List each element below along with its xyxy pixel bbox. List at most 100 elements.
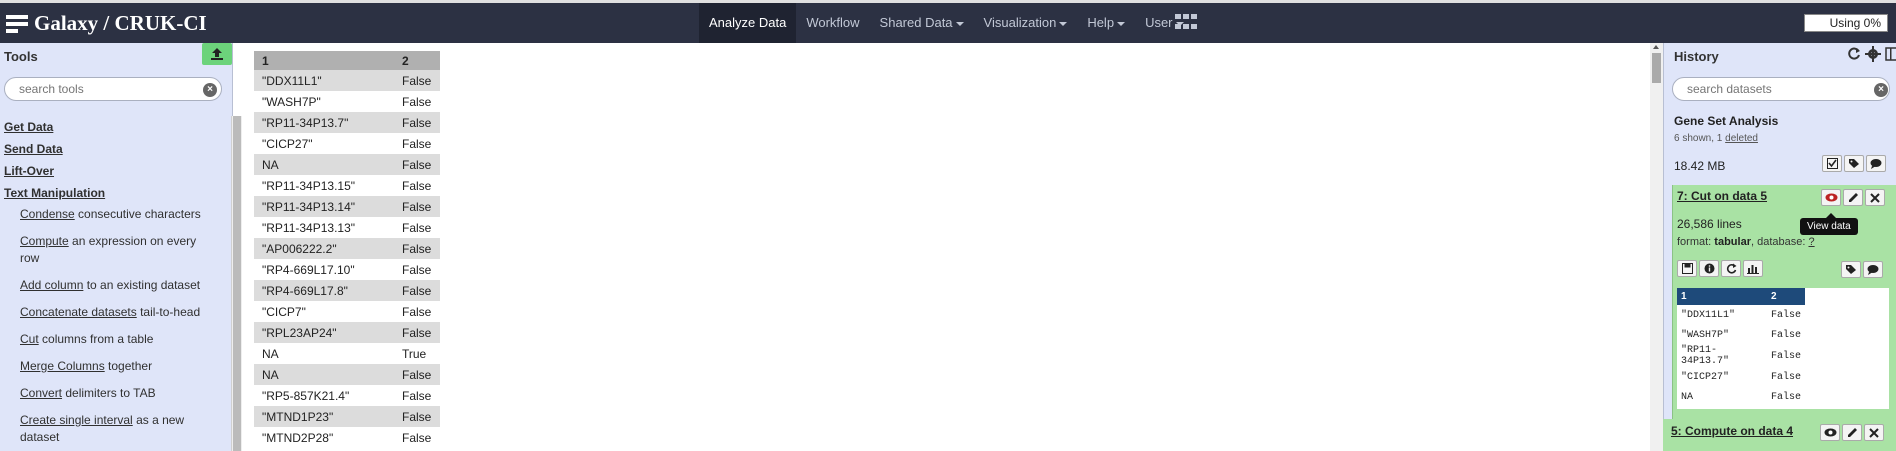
- tool-link[interactable]: Convert: [20, 386, 62, 400]
- table-cell: False: [394, 280, 440, 301]
- main-nav: Analyze Data Workflow Shared Data Visual…: [699, 3, 1194, 43]
- tool-search-field[interactable]: [19, 78, 199, 100]
- tool-item[interactable]: Add column to an existing dataset: [0, 277, 225, 294]
- delete-button[interactable]: [1864, 424, 1884, 441]
- section-get-data[interactable]: Get Data: [0, 116, 225, 138]
- tool-item[interactable]: Create single interval as a new dataset: [0, 412, 225, 446]
- tool-item[interactable]: Concatenate datasets tail-to-head: [0, 304, 225, 321]
- tool-item[interactable]: Compute an expression on every row: [0, 233, 225, 267]
- table-cell: "MTND1P23": [254, 406, 394, 427]
- tool-link[interactable]: Compute: [20, 234, 69, 248]
- tool-item[interactable]: Merge Columns together: [0, 358, 225, 375]
- edit-attributes-button[interactable]: [1843, 189, 1863, 206]
- section-text-manipulation[interactable]: Text Manipulation: [0, 182, 225, 204]
- visualize-button[interactable]: [1743, 260, 1763, 277]
- tool-item[interactable]: Cut columns from a table: [0, 331, 225, 348]
- format-label: format:: [1677, 236, 1715, 248]
- tool-item[interactable]: Convert delimiters to TAB: [0, 385, 225, 402]
- tool-desc: consecutive characters: [74, 207, 201, 221]
- table-cell: "RPL23AP24": [254, 322, 394, 343]
- table-cell: "RP11-34P13.15": [262, 178, 356, 193]
- gear-icon[interactable]: [1865, 46, 1881, 62]
- section-lift-over[interactable]: Lift-Over: [0, 160, 225, 182]
- rerun-button[interactable]: [1721, 260, 1741, 277]
- peek-cell: False: [1771, 350, 1802, 362]
- peek-cell: False: [1771, 329, 1802, 341]
- table-cell: False: [394, 406, 440, 427]
- tools-scrollbar[interactable]: [231, 116, 242, 451]
- table-cell: "RP4-669L17.8": [254, 280, 394, 301]
- edit-attributes-button[interactable]: [1842, 424, 1862, 441]
- brand[interactable]: Galaxy / CRUK-CI: [6, 10, 207, 36]
- delete-button[interactable]: [1865, 189, 1885, 206]
- scroll-thumb[interactable]: [1652, 53, 1661, 83]
- peek-cell: False: [1771, 309, 1802, 321]
- pencil-icon: [1847, 428, 1857, 437]
- dataset-title[interactable]: 7: Cut on data 5: [1677, 189, 1767, 203]
- pencil-icon: [1848, 193, 1858, 202]
- dataset-details-button[interactable]: [1699, 260, 1719, 277]
- table-cell: NA: [254, 364, 394, 385]
- refresh-icon[interactable]: [1847, 46, 1861, 62]
- scroll-thumb[interactable]: [233, 116, 241, 451]
- scroll-up-icon[interactable]: [1653, 45, 1659, 49]
- dataset-table: 1 2 "DDX11L1" False "WASH7P" False "RP11-34P…: [254, 51, 440, 448]
- table-cell: False: [402, 304, 432, 319]
- apps-grid-icon[interactable]: [1175, 14, 1197, 32]
- download-button[interactable]: [1677, 260, 1697, 277]
- tool-link[interactable]: Condense: [20, 207, 75, 221]
- peek-cell: False: [1771, 371, 1802, 383]
- history-name[interactable]: Gene Set Analysis: [1674, 114, 1778, 128]
- table-cell: False: [402, 262, 432, 277]
- peek-row: "DDX11L1" False: [1677, 305, 1805, 325]
- tool-link[interactable]: Merge Columns: [20, 359, 105, 373]
- clear-search-icon[interactable]: ×: [203, 83, 217, 97]
- history-title: History: [1674, 49, 1719, 64]
- select-items-button[interactable]: [1822, 155, 1842, 172]
- tool-search-input[interactable]: ×: [4, 77, 222, 101]
- table-cell: "RP11-34P13.14": [254, 196, 394, 217]
- nav-analyze-data[interactable]: Analyze Data: [699, 3, 797, 43]
- tags-button[interactable]: [1841, 261, 1861, 278]
- history-search-input[interactable]: ×: [1672, 77, 1890, 101]
- center-scrollbar[interactable]: [1650, 43, 1663, 451]
- columns-icon[interactable]: [1885, 46, 1896, 62]
- view-data-button[interactable]: [1821, 189, 1841, 206]
- table-row: "RPL23AP24" False: [254, 322, 440, 343]
- tool-link[interactable]: Cut: [20, 332, 39, 346]
- annotation-button[interactable]: [1866, 155, 1886, 172]
- tags-button[interactable]: [1844, 155, 1864, 172]
- database-link[interactable]: ?: [1808, 236, 1814, 248]
- comment-icon: [1867, 265, 1879, 275]
- bar-chart-icon: [1747, 265, 1759, 274]
- close-icon: [1869, 427, 1879, 438]
- nav-help[interactable]: Help: [1077, 3, 1135, 43]
- view-data-button[interactable]: [1820, 424, 1840, 441]
- table-cell: False: [394, 364, 440, 385]
- annotation-button[interactable]: [1863, 261, 1883, 278]
- table-cell: False: [402, 430, 432, 445]
- history-search-field[interactable]: [1687, 78, 1857, 100]
- upload-button[interactable]: [202, 43, 232, 65]
- deleted-link[interactable]: deleted: [1725, 133, 1758, 144]
- database-label: , database:: [1750, 236, 1809, 248]
- shown-count: 6 shown, 1: [1674, 133, 1726, 144]
- peek-row: NA False: [1677, 387, 1805, 407]
- table-cell: NA: [262, 346, 279, 361]
- nav-workflow[interactable]: Workflow: [796, 3, 869, 43]
- dataset-title[interactable]: 5: Compute on data 4: [1671, 424, 1793, 438]
- dataset-peek: 1 2 "DDX11L1" False "WASH7P" False "RP11-34P…: [1677, 288, 1889, 409]
- table-row: "RP11-34P13.14" False: [254, 196, 440, 217]
- tool-list: Get Data Send Data Lift-Over Text Manipu…: [0, 116, 225, 451]
- tool-link[interactable]: Add column: [20, 278, 83, 292]
- clear-search-icon[interactable]: ×: [1874, 83, 1888, 97]
- masthead: Galaxy / CRUK-CI Analyze Data Workflow S…: [0, 0, 1896, 43]
- tool-link[interactable]: Concatenate datasets: [20, 305, 137, 319]
- tool-link[interactable]: Create single interval: [20, 413, 133, 427]
- table-cell: "RP11-34P13.7": [254, 112, 394, 133]
- section-send-data[interactable]: Send Data: [0, 138, 225, 160]
- nav-visualization[interactable]: Visualization: [974, 3, 1078, 43]
- nav-shared-data[interactable]: Shared Data: [870, 3, 974, 43]
- peek-table: 1 2 "DDX11L1" False "WASH7P" False "RP11-34P…: [1677, 288, 1806, 407]
- tool-item[interactable]: Condense consecutive characters: [0, 206, 225, 223]
